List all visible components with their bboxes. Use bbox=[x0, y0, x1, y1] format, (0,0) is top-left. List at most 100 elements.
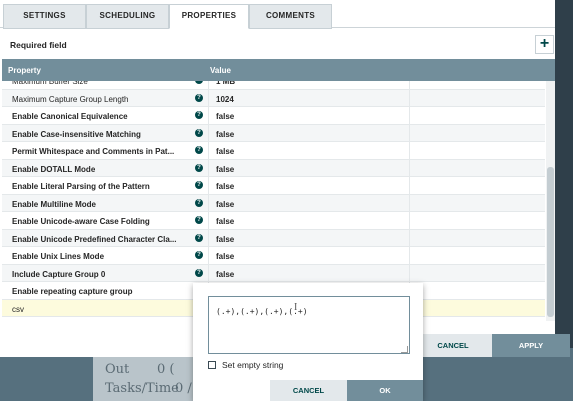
resize-handle-icon[interactable] bbox=[401, 346, 408, 353]
property-value[interactable]: false bbox=[216, 217, 406, 226]
column-divider bbox=[208, 247, 209, 264]
help-icon[interactable]: ? bbox=[195, 93, 203, 102]
stat-out: Out 0 ( bbox=[105, 362, 174, 377]
property-column-header[interactable]: Property bbox=[8, 66, 41, 75]
stat-tasks-label: Tasks/Time bbox=[105, 381, 179, 396]
property-row[interactable]: Permit Whitespace and Comments in Pat...… bbox=[2, 142, 545, 160]
property-value[interactable]: 1024 bbox=[216, 95, 406, 104]
help-icon[interactable]: ? bbox=[195, 128, 203, 137]
column-divider bbox=[208, 212, 209, 229]
tab-bar: SETTINGS SCHEDULING PROPERTIES COMMENTS bbox=[0, 0, 555, 29]
set-empty-string-checkbox[interactable] bbox=[208, 361, 216, 369]
help-icon[interactable]: ? bbox=[195, 81, 203, 84]
column-divider bbox=[208, 177, 209, 194]
property-row[interactable]: Enable Unix Lines Mode? false bbox=[2, 247, 545, 265]
column-divider bbox=[208, 194, 209, 212]
property-value-editor: (.+),(.+),(.+),(.+) I Set empty string C… bbox=[193, 283, 423, 401]
property-name: Enable repeating capture group bbox=[12, 287, 133, 296]
column-divider bbox=[208, 142, 209, 159]
column-divider bbox=[409, 264, 410, 282]
column-divider bbox=[409, 177, 410, 194]
property-name: Maximum Buffer Size bbox=[12, 81, 88, 86]
stat-tasks: Tasks/Time 0 / bbox=[105, 381, 192, 396]
column-divider bbox=[208, 124, 209, 142]
column-divider bbox=[409, 159, 410, 177]
property-value[interactable]: false bbox=[216, 235, 406, 244]
property-name: Include Capture Group 0 bbox=[12, 269, 106, 279]
required-field-label: Required field bbox=[10, 40, 67, 50]
grid-scrollbar-thumb[interactable] bbox=[547, 167, 554, 317]
column-divider bbox=[409, 107, 410, 124]
column-divider bbox=[208, 229, 209, 247]
stat-tasks-value: 0 / bbox=[175, 381, 192, 396]
property-row[interactable]: Enable Unicode-aware Case Folding? false bbox=[2, 212, 545, 230]
property-row[interactable]: Include Capture Group 0? false bbox=[2, 264, 545, 282]
property-value[interactable]: false bbox=[216, 147, 406, 156]
tab-properties[interactable]: PROPERTIES bbox=[169, 4, 249, 29]
property-row[interactable]: Maximum Buffer Size? 1 MB bbox=[2, 81, 545, 90]
value-column-header[interactable]: Value bbox=[210, 66, 231, 75]
property-name: Enable Case-insensitive Matching bbox=[12, 129, 141, 139]
properties-grid: Property Value Maximum Buffer Size?1 MBM… bbox=[2, 59, 555, 321]
property-name: Maximum Capture Group Length bbox=[12, 94, 129, 104]
help-icon[interactable]: ? bbox=[195, 268, 203, 277]
column-divider bbox=[208, 159, 209, 177]
column-divider bbox=[409, 229, 410, 247]
set-empty-string-label[interactable]: Set empty string bbox=[222, 360, 283, 370]
property-row[interactable]: Enable Multiline Mode? false bbox=[2, 194, 545, 212]
property-row[interactable]: Enable DOTALL Mode? false bbox=[2, 159, 545, 177]
property-name: Enable Canonical Equivalence bbox=[12, 112, 128, 121]
property-row[interactable]: Enable Case-insensitive Matching? false bbox=[2, 124, 545, 142]
property-row[interactable]: Enable Canonical Equivalence? false bbox=[2, 107, 545, 125]
processor-stats-panel: Out 0 ( Tasks/Time 0 / bbox=[93, 352, 203, 401]
help-icon[interactable]: ? bbox=[195, 233, 203, 242]
property-name: Enable DOTALL Mode bbox=[12, 164, 96, 174]
property-name: Enable Multiline Mode bbox=[12, 199, 97, 209]
column-divider bbox=[409, 212, 410, 229]
editor-ok-button[interactable]: OK bbox=[347, 380, 423, 401]
tab-settings[interactable]: SETTINGS bbox=[3, 4, 86, 29]
apply-button[interactable]: APPLY bbox=[492, 334, 570, 357]
property-value[interactable]: false bbox=[216, 270, 406, 279]
property-value[interactable]: false bbox=[216, 200, 406, 209]
help-icon[interactable]: ? bbox=[195, 111, 203, 119]
column-divider bbox=[208, 264, 209, 282]
property-name: Enable Unix Lines Mode bbox=[12, 252, 105, 261]
help-icon[interactable]: ? bbox=[195, 146, 203, 154]
column-divider bbox=[409, 89, 410, 107]
property-name: Enable Unicode-aware Case Folding bbox=[12, 217, 150, 226]
property-row[interactable]: Enable Unicode Predefined Character Cla.… bbox=[2, 229, 545, 247]
property-value-textarea[interactable]: (.+),(.+),(.+),(.+) bbox=[208, 296, 410, 354]
column-divider bbox=[208, 89, 209, 107]
tab-comments[interactable]: COMMENTS bbox=[249, 4, 332, 29]
property-row[interactable]: Maximum Capture Group Length? 1024 bbox=[2, 89, 545, 107]
property-name: Enable Unicode Predefined Character Cla.… bbox=[12, 234, 177, 244]
help-icon[interactable]: ? bbox=[195, 251, 203, 259]
help-icon[interactable]: ? bbox=[195, 163, 203, 172]
column-divider bbox=[409, 247, 410, 264]
property-name: Permit Whitespace and Comments in Pat... bbox=[12, 147, 175, 156]
help-icon[interactable]: ? bbox=[195, 216, 203, 224]
property-row[interactable]: Enable Literal Parsing of the Pattern? fa… bbox=[2, 177, 545, 195]
column-divider bbox=[409, 124, 410, 142]
text-cursor-icon: I bbox=[294, 302, 298, 313]
column-divider bbox=[409, 194, 410, 212]
column-divider bbox=[409, 81, 410, 89]
add-property-button[interactable]: + bbox=[535, 35, 554, 54]
property-value[interactable]: false bbox=[216, 252, 406, 261]
editor-cancel-button[interactable]: CANCEL bbox=[270, 380, 347, 401]
tab-scheduling[interactable]: SCHEDULING bbox=[86, 4, 169, 29]
stat-out-value: 0 ( bbox=[157, 362, 175, 377]
property-value[interactable]: false bbox=[216, 112, 406, 121]
property-name: csv bbox=[12, 304, 24, 314]
cancel-button[interactable]: CANCEL bbox=[414, 334, 492, 357]
column-divider bbox=[208, 81, 209, 89]
property-name: Enable Literal Parsing of the Pattern bbox=[12, 182, 150, 191]
property-value[interactable]: false bbox=[216, 182, 406, 191]
help-icon[interactable]: ? bbox=[195, 198, 203, 207]
column-divider bbox=[409, 142, 410, 159]
property-value[interactable]: 1 MB bbox=[216, 81, 406, 86]
property-value[interactable]: false bbox=[216, 165, 406, 174]
help-icon[interactable]: ? bbox=[195, 181, 203, 189]
property-value[interactable]: false bbox=[216, 130, 406, 139]
